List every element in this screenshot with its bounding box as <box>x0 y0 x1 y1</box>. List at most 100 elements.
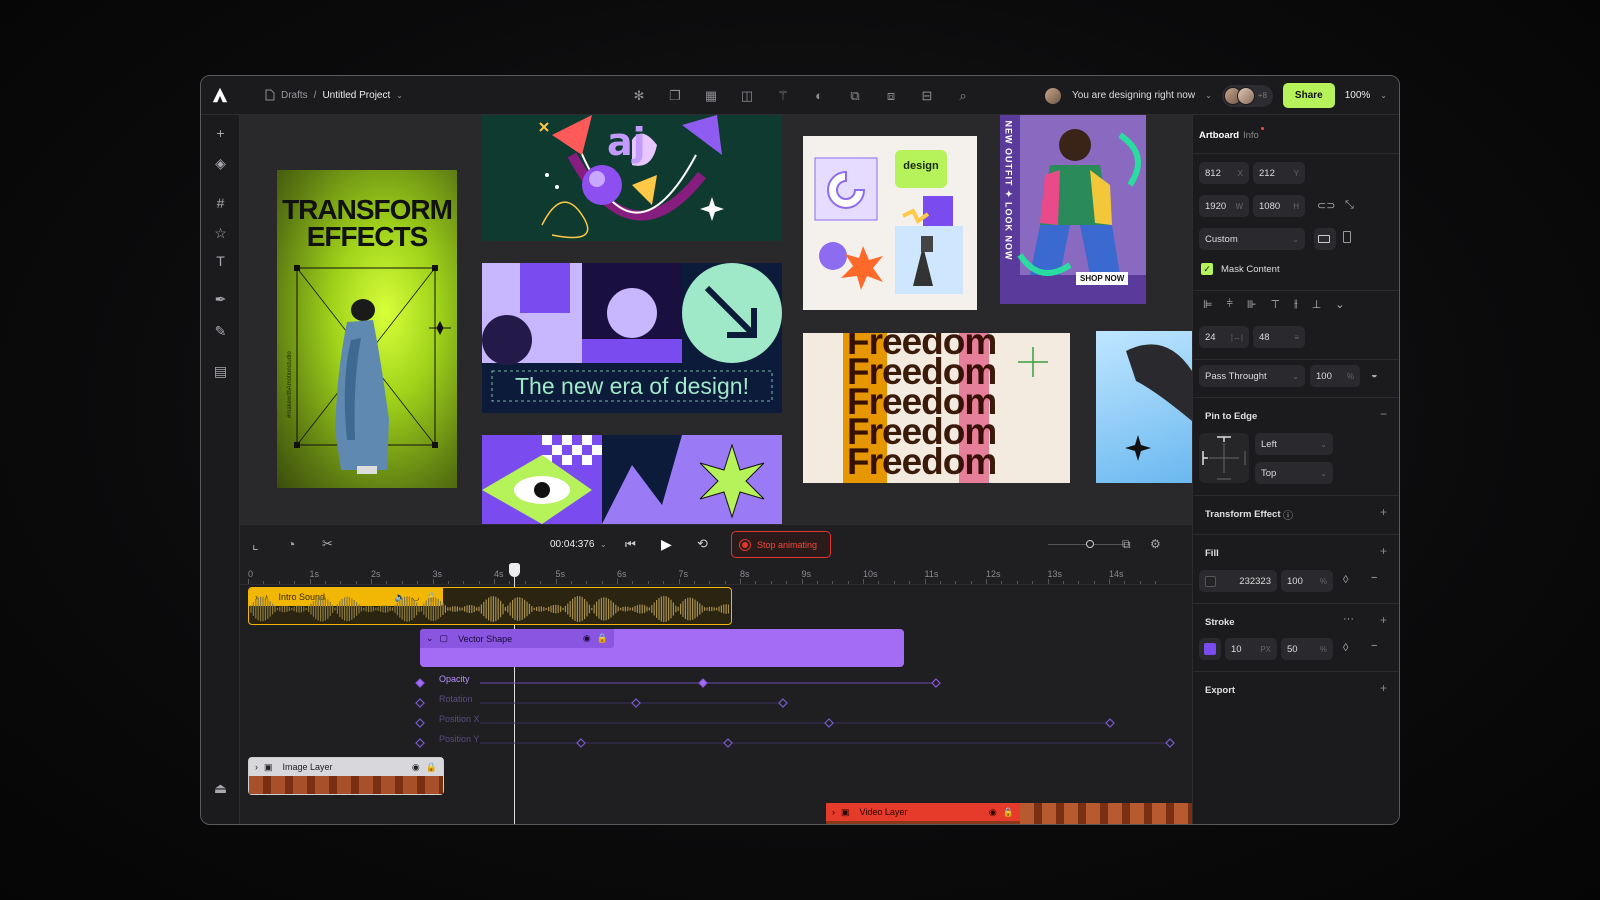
align-center-h-icon[interactable]: ⫩ <box>1227 298 1233 311</box>
portrait-icon[interactable] <box>1343 231 1351 246</box>
artboard-freedom-type[interactable]: Freedom Freedom Freedom Freedom Freedom <box>803 333 1070 483</box>
x-field[interactable]: 812 X <box>1199 162 1249 184</box>
fill-swatch[interactable] <box>1205 575 1216 587</box>
expand-icon[interactable]: › <box>255 762 258 772</box>
artboard-eye-graphic[interactable] <box>482 435 782 524</box>
height-field[interactable]: 1080 H <box>1253 195 1305 217</box>
keyframe-diamond[interactable] <box>723 738 733 748</box>
eraser-icon[interactable]: ⏏ <box>212 780 229 797</box>
copy-icon[interactable]: ❐ <box>667 88 683 104</box>
boolean-subtract-icon[interactable]: ⧈ <box>883 88 899 104</box>
y-field[interactable]: 212 Y <box>1253 162 1305 184</box>
add-stroke-icon[interactable]: + <box>1380 613 1387 627</box>
chevron-down-icon[interactable]: ⌄ <box>1380 91 1387 100</box>
grid-icon[interactable]: ▦ <box>703 88 719 104</box>
spacing-horizontal-field[interactable]: 24 |↔| <box>1199 326 1249 348</box>
preset-select[interactable]: Custom ⌄ <box>1199 228 1305 250</box>
droplet-icon[interactable]: ◊ <box>1343 642 1348 654</box>
magic-wand-icon[interactable]: ⚚ <box>775 88 791 104</box>
artboard-new-era-banner[interactable]: The new era of design! <box>482 263 782 413</box>
align-center-v-icon[interactable]: ⫲ <box>1294 298 1298 311</box>
artboard-fashion-ad[interactable]: NEW OUTFIT ✦ LOOK NOW SHOP NOW <box>1000 115 1146 304</box>
pin-edge-widget[interactable] <box>1199 433 1249 483</box>
eye-icon[interactable]: ◉ <box>989 807 997 818</box>
pin-vertical-select[interactable]: Top ⌄ <box>1255 462 1333 484</box>
align-right-icon[interactable]: ⊪ <box>1247 298 1257 311</box>
collapse-section-icon[interactable]: − <box>1380 407 1387 421</box>
align-bottom-icon[interactable]: ⊥ <box>1312 298 1322 311</box>
blend-mode-select[interactable]: Pass Throught ⌄ <box>1199 365 1305 387</box>
link-icon[interactable]: ⊂⊃ <box>1317 199 1335 212</box>
stroke-opacity-field[interactable]: 50% <box>1281 638 1333 660</box>
keyframe-diamond[interactable] <box>931 678 941 688</box>
lock-icon[interactable]: 🔒 <box>597 633 608 644</box>
zoom-level[interactable]: 100% <box>1345 90 1371 101</box>
eye-icon[interactable]: ◉ <box>412 762 420 773</box>
chevron-down-icon[interactable]: ⌄ <box>600 540 607 549</box>
info-icon[interactable]: ⓘ <box>1283 507 1293 522</box>
keyframe-diamond[interactable] <box>631 698 641 708</box>
loop-icon[interactable]: ⟲ <box>697 536 708 552</box>
chevron-down-icon[interactable]: ⌄ <box>426 633 434 644</box>
tab-artboard[interactable]: Artboard <box>1199 130 1239 141</box>
share-button[interactable]: Share <box>1282 83 1335 108</box>
add-fill-icon[interactable]: + <box>1380 544 1387 558</box>
pen-icon[interactable]: ✒ <box>212 291 229 308</box>
zoom-slider-handle[interactable] <box>1086 540 1094 548</box>
time-ruler[interactable]: 0 1s 2s 3s 4s 5s 6s 7s 8s 9s 10s 11s 12s 13s 14s <box>240 563 1192 585</box>
keyframe-diamond[interactable] <box>824 718 834 728</box>
component-icon[interactable]: ✻ <box>631 88 647 104</box>
track-video-layer[interactable]: › ▣ Video Layer ◉ 🔒 <box>826 803 1192 824</box>
keyframe-diamond[interactable] <box>415 698 425 708</box>
stroke-width-field[interactable]: 10 PX <box>1225 638 1277 660</box>
spacing-vertical-field[interactable]: 48 ≡ <box>1253 326 1305 348</box>
remove-stroke-icon[interactable]: − <box>1371 640 1377 652</box>
eye-icon[interactable]: ◉ <box>583 633 591 644</box>
play-icon[interactable]: ▶ <box>661 536 672 553</box>
lock-icon[interactable]: 🔒 <box>1003 807 1014 818</box>
table-icon[interactable]: ▤ <box>212 363 229 380</box>
artboard-design-stickers[interactable]: design <box>803 136 977 310</box>
layout-icon[interactable]: ◫ <box>739 88 755 104</box>
fit-icon[interactable]: ⧉ <box>1122 537 1131 552</box>
add-export-icon[interactable]: + <box>1380 681 1387 695</box>
keyframe-diamond[interactable] <box>415 718 425 728</box>
stack-icon[interactable]: ⊟ <box>919 88 935 104</box>
curve-icon[interactable]: ⌞ <box>252 536 259 553</box>
timecode[interactable]: 00:04:376 <box>550 539 595 550</box>
collapse-icon[interactable]: ⤡ <box>1345 199 1354 212</box>
more-icon[interactable]: ··· <box>1343 613 1354 625</box>
frame-icon[interactable]: # <box>212 195 229 212</box>
layer-opacity-field[interactable]: 100% <box>1310 365 1360 387</box>
track-vector-shape[interactable]: ⌄ ▢ Vector Shape ◉ 🔒 <box>420 629 904 667</box>
speed-icon[interactable]: ◔ <box>287 536 295 552</box>
chevron-down-icon[interactable]: ⌄ <box>1205 91 1212 100</box>
keyframe-diamond[interactable] <box>698 678 708 688</box>
boolean-union-icon[interactable]: ⧉ <box>847 88 863 104</box>
connect-icon[interactable]: ⌕ <box>955 88 971 104</box>
lock-icon[interactable]: 🔒 <box>426 762 437 773</box>
keyframe-diamond[interactable] <box>415 678 425 688</box>
track-image-layer[interactable]: › ▣ Image Layer ◉ 🔒 <box>248 757 444 795</box>
add-icon[interactable]: + <box>212 125 229 142</box>
skip-back-icon[interactable]: ⏮ <box>625 537 636 552</box>
pin-horizontal-select[interactable]: Left ⌄ <box>1255 433 1333 455</box>
keyframe-diamond[interactable] <box>576 738 586 748</box>
landscape-button[interactable] <box>1314 228 1336 250</box>
settings-icon[interactable]: ⚙ <box>1150 537 1161 551</box>
remove-fill-icon[interactable]: − <box>1371 572 1377 584</box>
collaborators[interactable]: +8 <box>1221 84 1273 107</box>
fill-color-field[interactable]: 232323 <box>1199 570 1277 592</box>
keyframe-diamond[interactable] <box>415 738 425 748</box>
track-intro-sound[interactable]: › ♪ Intro Sound 🔈 ◡ 🔒 <box>248 587 732 625</box>
stroke-swatch[interactable] <box>1199 638 1221 660</box>
chevron-down-icon[interactable]: ⌄ <box>1335 298 1344 311</box>
droplet-icon[interactable]: ◊ <box>1343 574 1348 586</box>
stop-animating-button[interactable]: Stop animating <box>731 531 831 558</box>
keyframe-diamond[interactable] <box>778 698 788 708</box>
text-icon[interactable]: T <box>212 253 229 270</box>
keyframe-diamond[interactable] <box>1165 738 1175 748</box>
visibility-icon[interactable]: ◒ <box>1371 369 1378 381</box>
app-logo-icon[interactable] <box>211 86 229 104</box>
breadcrumb-current[interactable]: Untitled Project <box>322 90 390 101</box>
